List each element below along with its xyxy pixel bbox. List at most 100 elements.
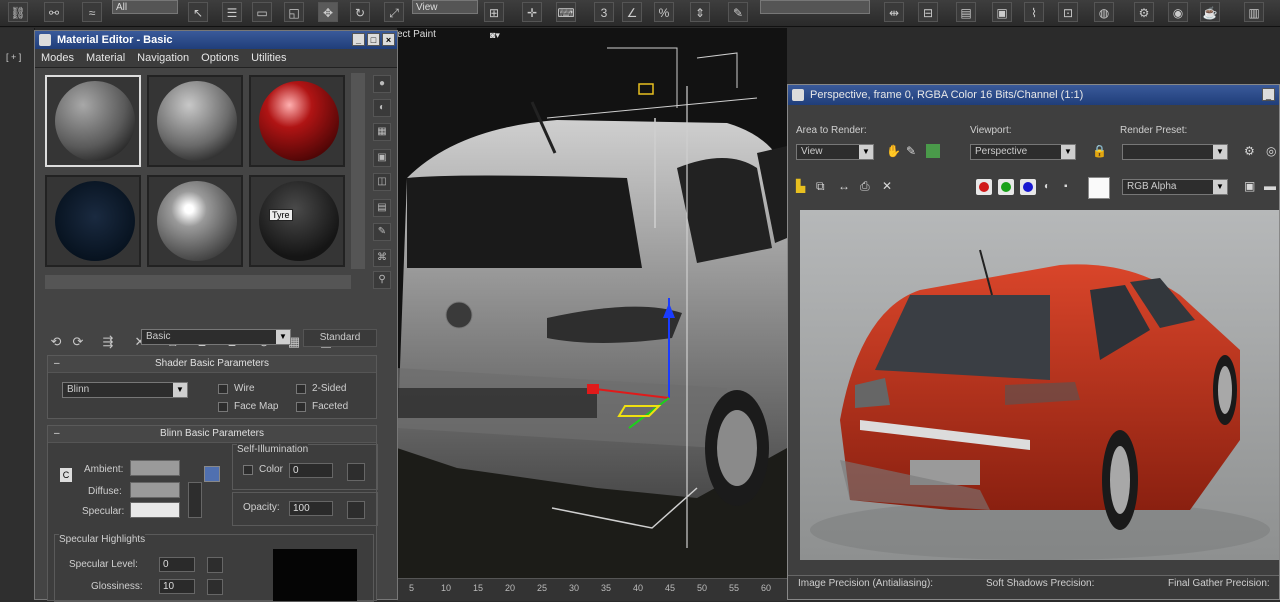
diffuse-map-button[interactable]: [188, 482, 202, 518]
ambient-swatch[interactable]: [130, 460, 180, 476]
reference-coordinate-dropdown[interactable]: View: [412, 0, 478, 14]
rollout-header[interactable]: – Shader Basic Parameters: [48, 356, 376, 373]
auto-region-icon[interactable]: [926, 144, 940, 158]
select-object-icon[interactable]: ↖: [188, 2, 208, 22]
slot-h-scrollbar[interactable]: [45, 275, 351, 289]
red-channel-toggle[interactable]: [976, 179, 992, 195]
lock-icon[interactable]: 🔒: [1092, 144, 1107, 158]
command-panel-icon[interactable]: ▥: [1244, 2, 1264, 22]
move-icon[interactable]: ✥: [318, 2, 338, 22]
channel-dropdown[interactable]: RGB Alpha ▼: [1122, 179, 1228, 195]
select-by-name-icon[interactable]: ☰: [222, 2, 242, 22]
get-material-icon[interactable]: ⟲: [47, 333, 65, 351]
menu-options[interactable]: Options: [195, 49, 245, 67]
make-preview-icon[interactable]: ▤: [373, 199, 391, 217]
sample-slot-5[interactable]: [147, 175, 243, 267]
save-image-icon[interactable]: ▙: [796, 179, 805, 193]
sample-slot-6[interactable]: Tyre: [249, 175, 345, 267]
copy-image-icon[interactable]: ⧉: [816, 179, 825, 194]
specular-swatch[interactable]: [130, 502, 180, 518]
specular-level-map-button[interactable]: [207, 557, 223, 573]
green-channel-toggle[interactable]: [998, 179, 1014, 195]
curve-editor-icon[interactable]: ⌇: [1024, 2, 1044, 22]
close-icon[interactable]: ×: [382, 33, 395, 46]
self-illum-map-button[interactable]: [347, 463, 365, 481]
wire-checkbox[interactable]: [218, 384, 228, 394]
window-crossing-icon[interactable]: ◱: [284, 2, 304, 22]
color-checkbox[interactable]: [243, 465, 253, 475]
unlink-icon[interactable]: ⚯: [44, 2, 64, 22]
menu-utilities[interactable]: Utilities: [245, 49, 292, 67]
edit-region-icon[interactable]: ✎: [906, 144, 916, 158]
background-color-swatch[interactable]: [1088, 177, 1110, 199]
sample-slot-3[interactable]: [249, 75, 345, 167]
opacity-spinner[interactable]: 100: [289, 501, 333, 516]
timeline[interactable]: 5 10 15 20 25 30 35 40 45 50 55 60: [397, 578, 787, 601]
area-to-render-dropdown[interactable]: View ▼: [796, 144, 874, 160]
viewport-dropdown[interactable]: Perspective ▼: [970, 144, 1076, 160]
glossiness-spinner[interactable]: 10: [159, 579, 195, 594]
slot-scrollbar[interactable]: [351, 73, 365, 269]
rendered-frame-window-icon[interactable]: ◉: [1168, 2, 1188, 22]
toggle-ui-icon[interactable]: ▬: [1264, 179, 1276, 193]
material-name-field[interactable]: Basic ▼: [141, 329, 291, 345]
select-by-material-icon[interactable]: ⌘: [373, 249, 391, 267]
video-color-check-icon[interactable]: ◫: [373, 173, 391, 191]
menu-navigation[interactable]: Navigation: [131, 49, 195, 67]
sample-slot-4[interactable]: [45, 175, 141, 267]
link-icon[interactable]: ⛓: [8, 2, 28, 22]
lock-ambient-diffuse-button[interactable]: C: [60, 468, 72, 482]
minimize-icon[interactable]: _: [1262, 88, 1275, 101]
graphite-tools-icon[interactable]: ▣: [992, 2, 1012, 22]
rotate-icon[interactable]: ↻: [350, 2, 370, 22]
faceted-checkbox[interactable]: [296, 402, 306, 412]
sample-uv-tiling-icon[interactable]: ▣: [373, 149, 391, 167]
maximize-icon[interactable]: □: [367, 33, 380, 46]
alpha-channel-icon[interactable]: ◐: [1044, 181, 1050, 192]
scale-icon[interactable]: ⤢: [384, 2, 404, 22]
shader-dropdown[interactable]: Blinn ▼: [62, 382, 188, 398]
angle-snap-icon[interactable]: ∠: [622, 2, 642, 22]
clone-frame-icon[interactable]: ↔: [838, 179, 850, 193]
mirror-icon[interactable]: ⇹: [884, 2, 904, 22]
keyboard-shortcut-icon[interactable]: ⌨: [556, 2, 576, 22]
spinner-snap-icon[interactable]: ⇕: [690, 2, 710, 22]
snaps-toggle-icon[interactable]: 3: [594, 2, 614, 22]
render-production-icon[interactable]: ☕: [1200, 2, 1220, 22]
viewport-menu-label[interactable]: [ + ]: [6, 52, 21, 62]
render-preset-dropdown[interactable]: ▼: [1122, 144, 1228, 160]
edit-named-selection-icon[interactable]: ✎: [728, 2, 748, 22]
rectangular-selection-icon[interactable]: ▭: [252, 2, 272, 22]
clear-icon[interactable]: ✕: [882, 179, 892, 193]
rendered-frame-title-bar[interactable]: Perspective, frame 0, RGBA Color 16 Bits…: [788, 85, 1279, 105]
face-map-checkbox[interactable]: [218, 402, 228, 412]
blue-channel-toggle[interactable]: [1020, 179, 1036, 195]
rollout-header[interactable]: – Blinn Basic Parameters: [48, 426, 376, 443]
sample-slot-2[interactable]: [147, 75, 243, 167]
render-setup-icon[interactable]: ⚙: [1134, 2, 1154, 22]
sample-slot-1[interactable]: [45, 75, 141, 167]
layer-manager-icon[interactable]: ▤: [956, 2, 976, 22]
menu-modes[interactable]: Modes: [35, 49, 80, 67]
options-icon[interactable]: ✎: [373, 223, 391, 241]
self-illum-spinner[interactable]: 0: [289, 463, 333, 478]
sample-type-icon[interactable]: ●: [373, 75, 391, 93]
opacity-map-button[interactable]: [347, 501, 365, 519]
two-sided-checkbox[interactable]: [296, 384, 306, 394]
lock-map-icon[interactable]: [204, 466, 220, 482]
material-editor-icon[interactable]: ◍: [1094, 2, 1114, 22]
backlight-icon[interactable]: ◐: [373, 99, 391, 117]
diffuse-swatch[interactable]: [130, 482, 180, 498]
put-to-scene-icon[interactable]: ⟳: [69, 333, 87, 351]
schematic-view-icon[interactable]: ⊡: [1058, 2, 1078, 22]
align-icon[interactable]: ⊟: [918, 2, 938, 22]
pivot-center-icon[interactable]: ⊞: [484, 2, 504, 22]
percent-snap-icon[interactable]: %: [654, 2, 674, 22]
material-editor-title-bar[interactable]: Material Editor - Basic _ □ ×: [35, 31, 397, 49]
glossiness-map-button[interactable]: [207, 579, 223, 595]
material-type-button[interactable]: Standard: [303, 329, 377, 347]
environment-icon[interactable]: ◎: [1266, 144, 1276, 158]
toggle-ui-overlay-icon[interactable]: ▣: [1244, 179, 1255, 193]
menu-material[interactable]: Material: [80, 49, 131, 67]
monochrome-icon[interactable]: ▪: [1064, 181, 1068, 192]
